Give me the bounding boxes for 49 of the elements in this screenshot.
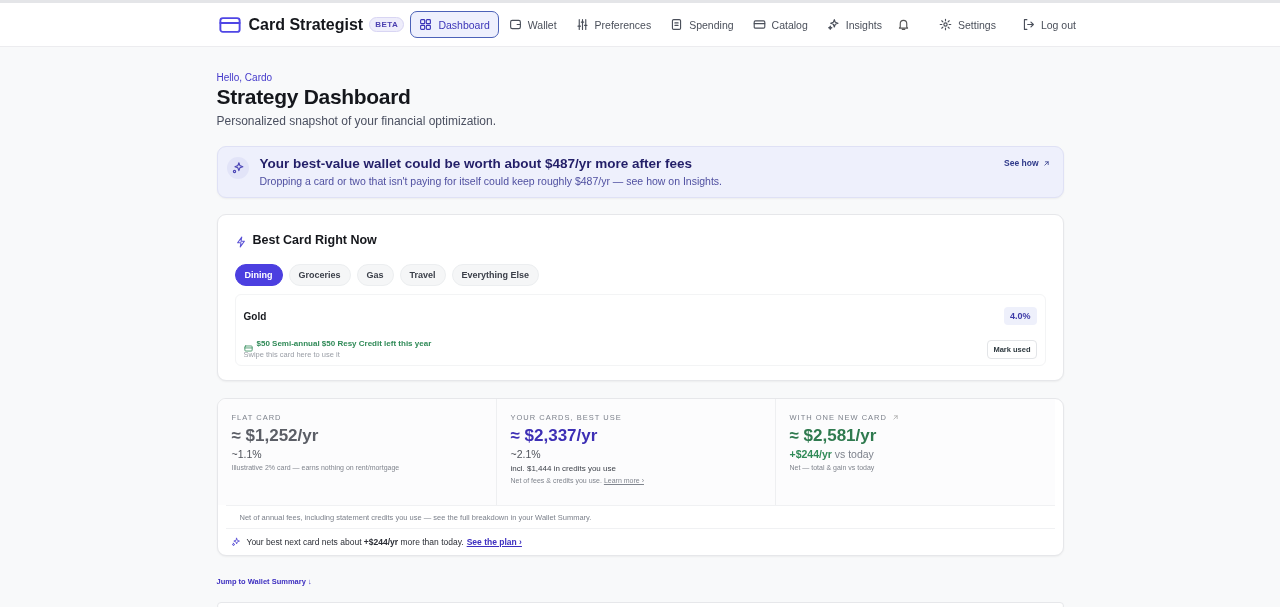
see-how-link[interactable]: See how — [1004, 158, 1051, 168]
lightning-icon — [234, 234, 247, 246]
settings-link[interactable]: Settings — [929, 11, 1005, 38]
nav-tab[interactable]: Dashboard — [410, 11, 499, 38]
bell-icon — [896, 18, 910, 31]
card-icon — [752, 18, 766, 31]
stat-detail: incl. $1,444 in credits you use — [510, 464, 617, 473]
beta-badge: BETA — [369, 17, 405, 32]
stat-rate: ~1.1% — [231, 448, 263, 460]
arrow-icon — [890, 413, 900, 422]
panel-title: Best Card Right Now — [252, 233, 377, 247]
category-chip[interactable]: Everything Else — [451, 264, 540, 286]
sparkles-icon — [826, 18, 840, 31]
see-plan-link[interactable]: See the plan › — [466, 537, 522, 547]
stat-value: ≈ $2,337/yr — [510, 426, 599, 446]
logout-icon — [1021, 18, 1035, 31]
gain-suffix: vs today — [833, 448, 874, 460]
stat-value: ≈ $1,252/yr — [231, 426, 320, 446]
document-icon — [670, 18, 684, 31]
sparkles-icon — [230, 537, 241, 547]
greeting-text: Hello, Cardo — [216, 72, 274, 83]
banner-text: Dropping a card or two that isn't paying for itself could keep roughly $487/yr — see how on Insights. — [259, 175, 723, 187]
rate-badge: 4.0% — [1004, 307, 1037, 325]
next-card-text: Your best next card nets about +$244/yr more than today. — [246, 537, 464, 547]
nav-tab[interactable]: Preferences — [566, 11, 661, 38]
card-name: Gold — [243, 310, 267, 322]
app-title: Card Strategist — [248, 15, 364, 34]
category-chip[interactable]: Gas — [356, 264, 394, 286]
logout-link[interactable]: Log out — [1012, 11, 1085, 38]
stat-value: ≈ $2,581/yr — [789, 426, 878, 446]
page-title: Strategy Dashboard — [216, 85, 412, 109]
nav-tab[interactable]: Spending — [661, 11, 743, 38]
page-subtitle: Personalized snapshot of your financial optimization. — [216, 114, 497, 128]
wallet-icon — [508, 18, 522, 31]
settings-icon — [938, 18, 952, 31]
category-chip[interactable]: Travel — [399, 264, 446, 286]
stat-rate: ~2.1% — [510, 448, 542, 460]
grid-icon — [419, 18, 433, 31]
sliders-icon — [575, 18, 589, 31]
credit-text: $50 Semi-annual $50 Resy Credit left this year — [256, 339, 432, 348]
arrow-icon — [1041, 158, 1051, 168]
category-chip[interactable]: Groceries — [288, 264, 351, 286]
banner-title: Your best-value wallet could be worth about $487/yr more after fees — [259, 156, 694, 171]
gain-value: +$244/yr — [789, 448, 832, 460]
nav-tab[interactable]: Catalog — [743, 11, 817, 38]
nav-tab[interactable]: Wallet — [499, 11, 566, 38]
category-chip[interactable]: Dining — [234, 264, 283, 286]
sparkles-badge-icon — [226, 157, 249, 179]
nav-tab[interactable]: Insights — [817, 11, 891, 38]
